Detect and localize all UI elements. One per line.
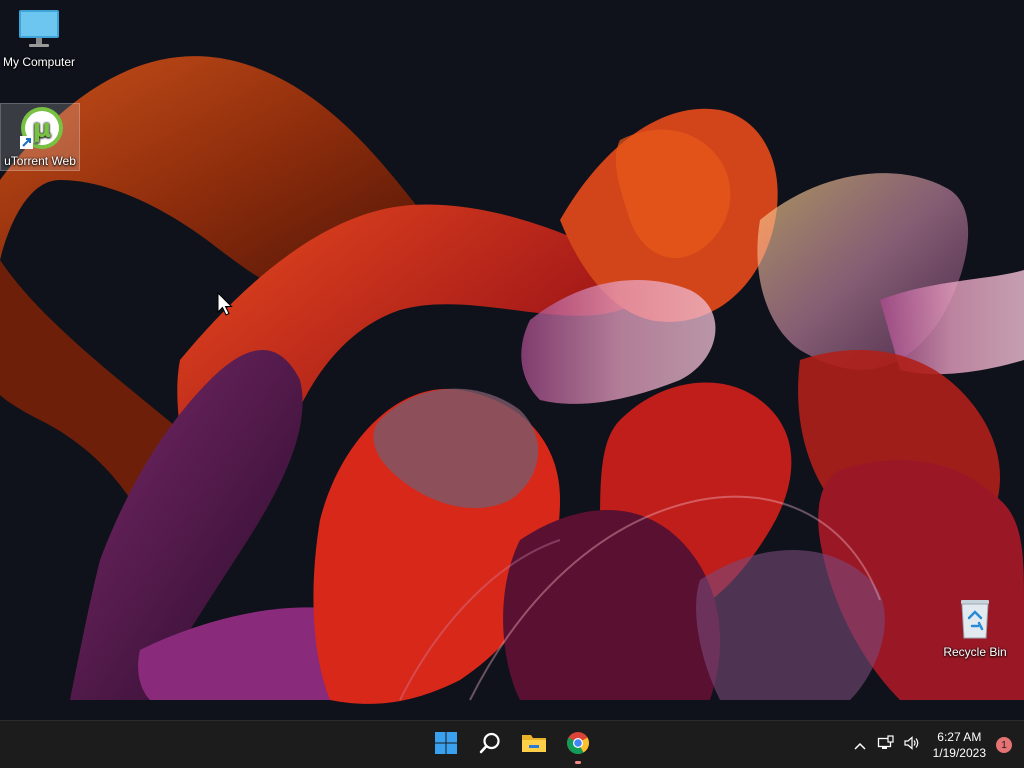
search-icon — [478, 731, 502, 759]
mouse-cursor-icon — [217, 291, 233, 322]
network-button[interactable] — [873, 725, 899, 765]
svg-text:µ: µ — [32, 114, 51, 144]
start-button[interactable] — [424, 725, 468, 765]
system-tray: 6:27 AM 1/19/2023 1 — [847, 721, 1024, 768]
clock-date: 1/19/2023 — [932, 746, 986, 760]
network-icon — [877, 735, 895, 755]
folder-icon — [521, 731, 547, 759]
file-explorer-button[interactable] — [512, 725, 556, 765]
desktop-icon-recycle-bin[interactable]: Recycle Bin — [936, 596, 1014, 660]
search-button[interactable] — [468, 725, 512, 765]
taskbar: 6:27 AM 1/19/2023 1 — [0, 720, 1024, 768]
wallpaper-ribbons — [0, 0, 1024, 720]
taskbar-clock[interactable]: 6:27 AM 1/19/2023 — [925, 729, 992, 761]
monitor-icon — [17, 8, 61, 53]
chrome-icon — [566, 731, 590, 759]
desktop-icon-label: Recycle Bin — [943, 645, 1007, 659]
volume-button[interactable] — [899, 725, 925, 765]
desktop-icon-label: uTorrent Web — [4, 154, 76, 168]
show-hidden-icons-button[interactable] — [847, 725, 873, 765]
clock-time: 6:27 AM — [937, 730, 982, 744]
utorrent-icon: µ — [16, 104, 64, 152]
recycle-bin-icon — [955, 596, 995, 643]
desktop-wallpaper[interactable] — [0, 0, 1024, 720]
notification-badge[interactable]: 1 — [996, 737, 1012, 753]
running-indicator — [575, 761, 581, 764]
speaker-icon — [903, 735, 921, 755]
desktop-icon-my-computer[interactable]: My Computer — [0, 8, 78, 78]
desktop-icon-utorrent-web[interactable]: µ uTorrent Web — [0, 103, 80, 171]
chevron-up-icon — [853, 736, 867, 755]
desktop-icon-label: My Computer — [2, 55, 76, 69]
taskbar-apps — [424, 721, 600, 768]
chrome-button[interactable] — [556, 725, 600, 765]
windows-start-icon — [434, 731, 458, 759]
